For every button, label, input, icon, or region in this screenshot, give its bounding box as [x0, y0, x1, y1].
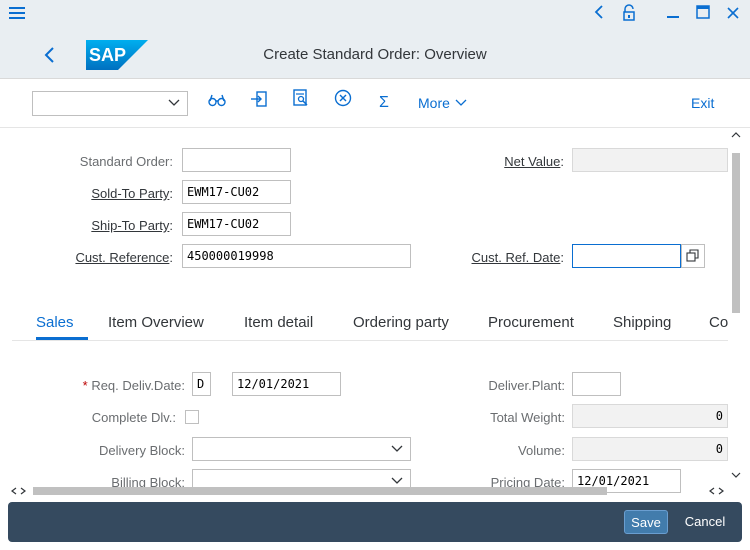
more-label: More	[418, 95, 450, 111]
back-arrow-icon[interactable]	[586, 4, 612, 28]
standard-order-input[interactable]	[182, 148, 291, 172]
cust-ref-date-input[interactable]	[572, 244, 681, 268]
save-button[interactable]: Save	[624, 510, 668, 534]
horizontal-scrollbar[interactable]	[8, 484, 736, 498]
chevron-down-icon	[167, 92, 181, 121]
cust-reference-link[interactable]: Cust. Reference	[75, 250, 169, 265]
sales-tab-panel: * Req. Deliv.Date: D 12/01/2021 Complete…	[12, 341, 728, 493]
cancel-circle-icon[interactable]	[329, 89, 357, 117]
hamburger-icon[interactable]	[4, 4, 30, 28]
cancel-button[interactable]: Cancel	[678, 510, 732, 534]
delivery-block-label: Delivery Block:	[99, 443, 185, 458]
document-search-icon[interactable]	[287, 89, 315, 117]
copy-icon	[686, 249, 699, 262]
net-value-input	[572, 148, 728, 172]
tab-sales[interactable]: Sales	[36, 314, 74, 331]
toolbar: Σ More Exit	[0, 79, 750, 128]
volume-label: Volume:	[518, 443, 565, 458]
deliver-plant-input[interactable]	[572, 372, 621, 396]
window-title-bar	[0, 0, 750, 34]
colon: :	[169, 186, 173, 201]
req-deliv-date-text: Req. Deliv.Date:	[91, 378, 185, 393]
unlock-icon[interactable]	[616, 4, 642, 28]
tab-ordering-party[interactable]: Ordering party	[353, 314, 449, 331]
close-icon[interactable]	[720, 4, 746, 28]
colon: :	[560, 154, 564, 169]
tab-strip: Sales Item Overview Item detail Ordering…	[12, 304, 728, 341]
ship-to-party-input[interactable]: EWM17-CU02	[182, 212, 291, 236]
minimize-icon[interactable]	[660, 4, 686, 28]
tab-item-detail[interactable]: Item detail	[244, 314, 313, 331]
delivery-block-select[interactable]	[192, 437, 411, 461]
tab-item-overview[interactable]: Item Overview	[108, 314, 204, 331]
maximize-icon[interactable]	[690, 4, 716, 28]
shell-header: SAP Create Standard Order: Overview	[0, 33, 750, 79]
ship-to-party-label[interactable]: Ship-To Party:	[40, 218, 173, 233]
footer-bar: Save Cancel	[8, 502, 742, 542]
standard-order-label: Standard Order:	[79, 154, 173, 169]
colon: :	[169, 218, 173, 233]
chevron-down-icon	[390, 438, 404, 467]
glasses-icon[interactable]	[203, 89, 231, 117]
tab-procurement[interactable]: Procurement	[488, 314, 574, 331]
page-title: Create Standard Order: Overview	[263, 46, 487, 63]
tab-more-truncated[interactable]: Co	[709, 314, 728, 331]
calendar-picker-button[interactable]	[681, 244, 705, 268]
ship-to-party-link[interactable]: Ship-To Party	[91, 218, 169, 233]
req-deliv-date-unit-input[interactable]: D	[192, 372, 211, 396]
more-menu-button[interactable]: More	[418, 95, 468, 111]
cust-reference-input[interactable]: 450000019998	[182, 244, 411, 268]
complete-dlv-checkbox[interactable]	[185, 410, 199, 424]
colon: :	[560, 250, 564, 265]
cust-reference-label[interactable]: Cust. Reference:	[40, 250, 173, 265]
req-deliv-date-input[interactable]: 12/01/2021	[232, 372, 341, 396]
req-deliv-date-label: * Req. Deliv.Date:	[52, 378, 185, 393]
active-tab-indicator	[36, 337, 88, 340]
vertical-scrollbar[interactable]	[729, 128, 743, 483]
total-weight-label: Total Weight:	[490, 410, 565, 425]
exit-button[interactable]: Exit	[691, 95, 714, 111]
chevron-down-icon	[455, 99, 467, 106]
sold-to-party-label[interactable]: Sold-To Party:	[40, 186, 173, 201]
deliver-plant-label: Deliver.Plant:	[488, 378, 565, 393]
import-icon[interactable]	[245, 89, 273, 117]
sum-icon[interactable]: Σ	[370, 89, 398, 117]
sold-to-party-input[interactable]: EWM17-CU02	[182, 180, 291, 204]
cust-ref-date-link[interactable]: Cust. Ref. Date	[472, 250, 561, 265]
volume-input: 0	[572, 437, 728, 461]
sold-to-party-link[interactable]: Sold-To Party	[91, 186, 169, 201]
tab-shipping[interactable]: Shipping	[613, 314, 671, 331]
net-value-link[interactable]: Net Value	[504, 154, 560, 169]
complete-dlv-label: Complete Dlv.:	[91, 410, 176, 425]
total-weight-input: 0	[572, 404, 728, 428]
required-asterisk: *	[82, 378, 88, 393]
cust-ref-date-label[interactable]: Cust. Ref. Date:	[430, 250, 565, 265]
colon: :	[169, 250, 173, 265]
command-dropdown[interactable]	[32, 91, 188, 116]
net-value-label[interactable]: Net Value:	[430, 154, 564, 169]
